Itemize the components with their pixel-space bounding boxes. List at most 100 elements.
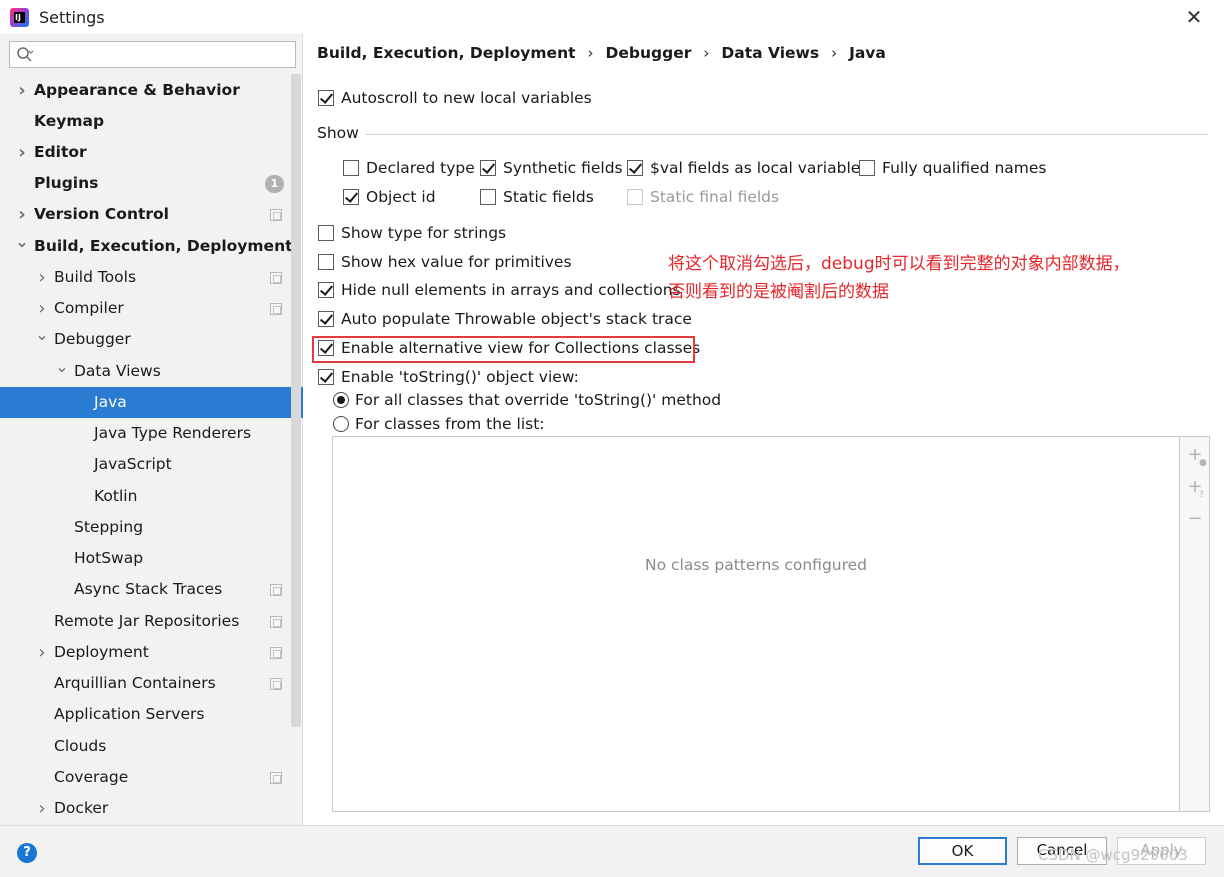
sidebar-item-label: Version Control: [34, 205, 169, 223]
settings-sidebar: › Appearance & Behavior Keymap › Editor Plugi…: [0, 34, 303, 825]
sidebar-item-keymap[interactable]: Keymap: [0, 106, 290, 137]
sidebar-item-appearance-behavior[interactable]: › Appearance & Behavior: [0, 75, 290, 106]
sidebar-item-label: Stepping: [74, 518, 144, 536]
sidebar-item-label: Kotlin: [94, 487, 138, 505]
sidebar-item-label: Compiler: [54, 299, 124, 317]
sidebar-item-async-stack-traces[interactable]: Async Stack Traces: [0, 574, 290, 605]
sidebar-item-build-execution-deployment[interactable]: ⌄ Build, Execution, Deployment: [0, 231, 293, 262]
sidebar-item-hotswap[interactable]: HotSwap: [0, 543, 290, 574]
hex-primitives-label: Show hex value for primitives: [341, 253, 572, 271]
sidebar-item-kotlin[interactable]: Kotlin: [0, 481, 290, 512]
sidebar-item-label: Keymap: [34, 112, 105, 130]
sidebar-item-label: Build, Execution, Deployment: [34, 237, 293, 255]
sidebar-item-label: Async Stack Traces: [74, 580, 223, 598]
sidebar-item-application-servers[interactable]: Application Servers: [0, 699, 290, 730]
sidebar-scrollbar[interactable]: [291, 74, 301, 727]
val-fields-label: $val fields as local variables: [650, 159, 869, 177]
object-id-label: Object id: [366, 188, 436, 206]
class-pattern-list[interactable]: No class patterns configured: [332, 436, 1180, 812]
sidebar-item-label: Build Tools: [54, 268, 137, 286]
remove-icon[interactable]: −: [1185, 509, 1205, 529]
sidebar-item-version-control[interactable]: › Version Control: [0, 199, 290, 230]
breadcrumb-item[interactable]: Debugger: [606, 44, 692, 62]
chevron-right-icon[interactable]: ›: [35, 262, 49, 293]
fully-qualified-label: Fully qualified names: [882, 159, 1047, 177]
sidebar-item-data-views[interactable]: ⌄ Data Views: [0, 356, 290, 387]
sidebar-item-docker[interactable]: › Docker: [0, 793, 290, 824]
sidebar-item-coverage[interactable]: Coverage: [0, 762, 290, 793]
tostring-view-checkbox[interactable]: [318, 369, 334, 385]
chevron-down-icon[interactable]: ⌄: [55, 356, 69, 387]
sidebar-item-label: Data Views: [74, 362, 161, 380]
type-for-strings-label: Show type for strings: [341, 224, 507, 242]
project-level-icon: [270, 616, 282, 628]
breadcrumb: Build, Execution, Deployment › Debugger › Da…: [317, 44, 886, 66]
static-fields-label: Static fields: [503, 188, 594, 206]
chevron-right-icon[interactable]: ›: [15, 199, 29, 230]
project-level-icon: [270, 678, 282, 690]
autoscroll-checkbox[interactable]: [318, 90, 334, 106]
project-level-icon: [270, 209, 282, 221]
hide-null-checkbox[interactable]: [318, 282, 334, 298]
breadcrumb-item[interactable]: Build, Execution, Deployment: [317, 44, 576, 62]
project-level-icon: [270, 772, 282, 784]
add-class-icon[interactable]: + ●: [1185, 445, 1206, 469]
project-level-icon: [270, 584, 282, 596]
static-final-fields-label: Static final fields: [650, 188, 780, 206]
sidebar-item-build-tools[interactable]: › Build Tools: [0, 262, 290, 293]
project-level-icon: [270, 272, 282, 284]
sidebar-item-deployment[interactable]: › Deployment: [0, 637, 290, 668]
static-fields-checkbox[interactable]: [480, 189, 496, 205]
empty-list-text: No class patterns configured: [644, 556, 868, 574]
radio-list-classes[interactable]: [333, 416, 349, 432]
sidebar-item-arquillian-containers[interactable]: Arquillian Containers: [0, 668, 290, 699]
search-input[interactable]: [9, 41, 296, 68]
sidebar-item-label: Java Type Renderers: [94, 424, 252, 442]
chevron-right-icon[interactable]: ›: [35, 293, 49, 324]
type-for-strings-checkbox[interactable]: [318, 225, 334, 241]
radio-all-classes[interactable]: [333, 392, 349, 408]
synthetic-fields-checkbox[interactable]: [480, 160, 496, 176]
sidebar-item-java-type-renderers[interactable]: Java Type Renderers: [0, 418, 290, 449]
object-id-checkbox[interactable]: [343, 189, 359, 205]
search-icon: [17, 47, 34, 62]
sidebar-item-plugins[interactable]: Plugins 1: [0, 168, 290, 199]
sidebar-item-javascript[interactable]: JavaScript: [0, 449, 290, 480]
hex-primitives-checkbox[interactable]: [318, 254, 334, 270]
sidebar-item-clouds[interactable]: Clouds: [0, 731, 290, 762]
window-title: Settings: [39, 8, 105, 27]
val-fields-checkbox[interactable]: [627, 160, 643, 176]
chevron-right-icon[interactable]: ›: [15, 75, 29, 106]
sidebar-item-remote-jar-repositories[interactable]: Remote Jar Repositories: [0, 606, 290, 637]
sidebar-item-label: Remote Jar Repositories: [54, 612, 240, 630]
sidebar-item-stepping[interactable]: Stepping: [0, 512, 290, 543]
sidebar-item-label: Plugins: [34, 174, 99, 192]
radio-all-classes-label: For all classes that override 'toString(…: [355, 391, 722, 409]
title-bar: IJ Settings ✕: [0, 0, 1224, 34]
hide-null-label: Hide null elements in arrays and collect…: [341, 281, 681, 299]
sidebar-item-compiler[interactable]: › Compiler: [0, 293, 290, 324]
sidebar-item-java[interactable]: Java: [0, 387, 303, 418]
annotation-highlight-box: [312, 336, 695, 363]
static-final-fields-checkbox: [627, 189, 643, 205]
sidebar-item-editor[interactable]: › Editor: [0, 137, 290, 168]
chevron-right-icon[interactable]: ›: [15, 137, 29, 168]
intellij-idea-icon: IJ: [10, 8, 29, 27]
auto-populate-checkbox[interactable]: [318, 311, 334, 327]
project-level-icon: [270, 647, 282, 659]
declared-type-checkbox[interactable]: [343, 160, 359, 176]
sidebar-item-debugger[interactable]: ⌄ Debugger: [0, 324, 290, 355]
close-icon[interactable]: ✕: [1180, 3, 1208, 31]
show-group-label: Show: [317, 124, 359, 142]
fully-qualified-checkbox[interactable]: [859, 160, 875, 176]
add-pattern-icon[interactable]: +?: [1185, 477, 1205, 501]
chevron-down-icon[interactable]: ⌄: [35, 324, 49, 355]
chevron-down-icon[interactable]: ⌄: [15, 231, 29, 262]
chevron-right-icon[interactable]: ›: [35, 637, 49, 668]
sidebar-item-label: Clouds: [54, 737, 107, 755]
breadcrumb-item: Java: [849, 44, 886, 62]
breadcrumb-item[interactable]: Data Views: [721, 44, 819, 62]
chevron-right-icon[interactable]: ›: [35, 793, 49, 824]
help-icon[interactable]: ?: [17, 843, 37, 863]
ok-button[interactable]: OK: [918, 837, 1007, 865]
